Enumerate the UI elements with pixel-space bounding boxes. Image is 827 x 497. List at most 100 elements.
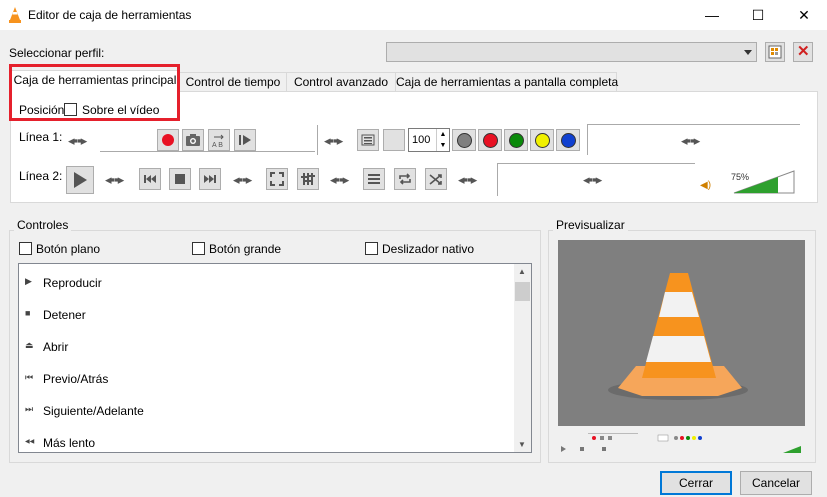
- scroll-up-icon[interactable]: ▲: [518, 267, 526, 276]
- over-video-label: Sobre el vídeo: [82, 103, 160, 117]
- spacer-expand-icon[interactable]: ◂▪▪▸: [458, 172, 477, 188]
- scroll-down-icon[interactable]: ▼: [518, 440, 526, 449]
- volume-slider[interactable]: [733, 170, 795, 194]
- save-profile-button[interactable]: [765, 42, 785, 62]
- yellow-color-button[interactable]: [530, 129, 554, 151]
- camera-icon: [186, 134, 200, 146]
- red-circle-icon: [483, 133, 498, 148]
- tab-time-toolbar[interactable]: Control de tiempo: [179, 72, 287, 92]
- cancel-button[interactable]: Cancelar: [740, 471, 812, 495]
- playlist-lines-icon: [368, 174, 380, 184]
- ab-loop-button[interactable]: A B: [208, 129, 230, 151]
- next-icon: ⏭: [25, 404, 34, 414]
- native-slider-checkbox[interactable]: [365, 242, 378, 255]
- list-item[interactable]: ⏭ Siguiente/Adelante: [19, 394, 515, 426]
- profile-select[interactable]: [386, 42, 757, 62]
- window-title: Editor de caja de herramientas: [28, 8, 192, 22]
- zoom-spinbox[interactable]: 100 ▲ ▼: [408, 128, 450, 152]
- snapshot-button[interactable]: [182, 129, 204, 151]
- green-color-button[interactable]: [504, 129, 528, 151]
- tab-advanced-controls[interactable]: Control avanzado: [286, 72, 396, 92]
- controls-list[interactable]: ▶ Reproducir ■ Detener ⏏ Abrir ⏮ Previo/…: [18, 263, 532, 453]
- over-video-checkbox[interactable]: [64, 103, 77, 116]
- blue-circle-icon: [561, 133, 576, 148]
- stop-icon: [175, 174, 185, 184]
- extended-settings-button[interactable]: [297, 168, 319, 190]
- preview-area: [558, 240, 805, 455]
- list-item-label: Abrir: [43, 340, 69, 354]
- previous-button[interactable]: [139, 168, 161, 190]
- minimize-button[interactable]: —: [689, 0, 735, 30]
- loop-icon: [399, 173, 411, 185]
- delete-profile-button[interactable]: ✕: [793, 42, 813, 62]
- spacer-expand-icon[interactable]: ◂▪▪▸: [68, 133, 87, 149]
- stop-button[interactable]: [169, 168, 191, 190]
- close-button[interactable]: Cerrar: [660, 471, 732, 495]
- list-item[interactable]: ◀◀ Más lento: [19, 426, 515, 452]
- preview-toolbar: [558, 426, 805, 455]
- list-item-label: Previo/Atrás: [43, 372, 109, 386]
- record-button[interactable]: [157, 129, 179, 151]
- yellow-circle-icon: [535, 133, 550, 148]
- blank-button[interactable]: [383, 129, 405, 151]
- position-label: Posición: [19, 103, 65, 117]
- svg-text:A B: A B: [212, 142, 223, 148]
- line1-label: Línea 1:: [19, 130, 63, 144]
- fullscreen-icon: [270, 172, 284, 186]
- delete-icon: ✕: [797, 43, 810, 60]
- vlc-cone-icon: [608, 273, 748, 400]
- scroll-thumb[interactable]: [515, 282, 530, 301]
- playlist-toggle-button[interactable]: [363, 168, 385, 190]
- speaker-icon[interactable]: ◀): [700, 180, 711, 191]
- list-item[interactable]: ■ Detener: [19, 298, 515, 330]
- spacer-expand-icon[interactable]: ◂▪▪▸: [681, 133, 700, 149]
- frame-by-frame-button[interactable]: [234, 129, 256, 151]
- preview-toolbar-icons: [561, 433, 801, 453]
- list-item-label: Más lento: [43, 436, 96, 450]
- next-button[interactable]: [199, 168, 221, 190]
- list-item-label: Reproducir: [43, 276, 102, 290]
- spacer-expand-icon[interactable]: ◂▪▪▸: [583, 172, 602, 188]
- gray-color-button[interactable]: [452, 129, 476, 151]
- tab-main-toolbar[interactable]: Caja de herramientas principal: [10, 70, 180, 93]
- list-item[interactable]: ⏏ Abrir: [19, 330, 515, 362]
- spacer-expand-icon[interactable]: ◂▪▪▸: [330, 172, 349, 188]
- frame-step-icon: [239, 135, 251, 145]
- controls-title: Controles: [14, 218, 72, 232]
- spacer-expand-icon[interactable]: ◂▪▪▸: [105, 172, 124, 188]
- flat-button-label: Botón plano: [36, 242, 101, 256]
- line1-divider: [317, 125, 355, 155]
- play-icon: ▶: [25, 276, 32, 286]
- list-scrollbar[interactable]: ▲ ▼: [514, 264, 531, 452]
- loop-button[interactable]: [394, 168, 416, 190]
- tab-fullscreen-toolbar[interactable]: Caja de herramientas a pantalla completa: [395, 72, 618, 92]
- blue-color-button[interactable]: [556, 129, 580, 151]
- gray-circle-icon: [457, 133, 472, 148]
- maximize-button[interactable]: ☐: [735, 0, 781, 30]
- list-item[interactable]: ⏮ Previo/Atrás: [19, 362, 515, 394]
- play-icon: [74, 172, 87, 188]
- chevron-down-icon: [744, 50, 752, 55]
- flat-button-checkbox[interactable]: [19, 242, 32, 255]
- spin-down-icon[interactable]: ▼: [436, 140, 449, 151]
- green-circle-icon: [509, 133, 524, 148]
- list-item-label: Detener: [43, 308, 86, 322]
- fullscreen-button[interactable]: [266, 168, 288, 190]
- previous-icon: ⏮: [25, 372, 34, 382]
- spin-up-icon[interactable]: ▲: [436, 129, 449, 140]
- eject-icon: ⏏: [25, 340, 34, 350]
- equalizer-icon: [301, 173, 315, 185]
- shuffle-button[interactable]: [425, 168, 447, 190]
- close-window-button[interactable]: ✕: [781, 0, 827, 30]
- previous-icon: [144, 175, 156, 183]
- playlist-button[interactable]: [357, 129, 379, 151]
- stop-icon: ■: [25, 308, 31, 318]
- list-item[interactable]: ▶ Reproducir: [19, 266, 515, 298]
- preview-title: Previsualizar: [553, 218, 628, 232]
- spacer-expand-icon[interactable]: ◂▪▪▸: [233, 172, 252, 188]
- big-button-label: Botón grande: [209, 242, 282, 256]
- big-button-checkbox[interactable]: [192, 242, 205, 255]
- record-icon: [162, 134, 174, 146]
- play-button[interactable]: [66, 166, 94, 194]
- red-color-button[interactable]: [478, 129, 502, 151]
